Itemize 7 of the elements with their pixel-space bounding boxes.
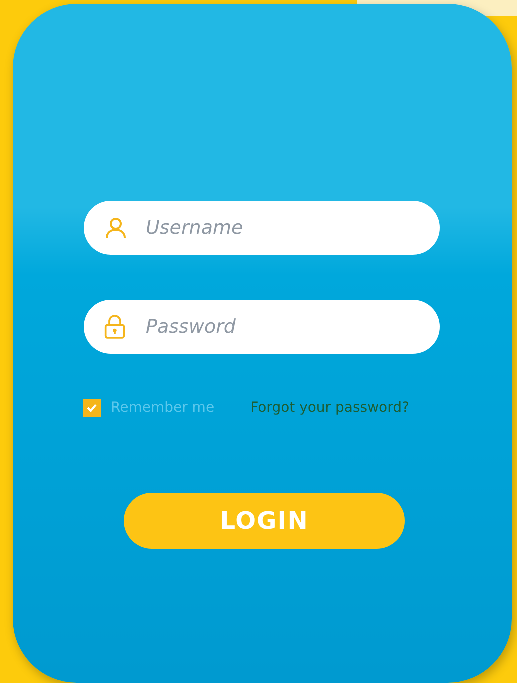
check-icon xyxy=(86,402,98,414)
forgot-password-link[interactable]: Forgot your password? xyxy=(250,400,410,416)
password-field[interactable]: Password xyxy=(84,300,440,354)
username-field[interactable]: Username xyxy=(84,201,440,255)
remember-label: Remember me xyxy=(111,400,215,416)
login-button[interactable]: LOGIN xyxy=(124,493,405,549)
remember-checkbox[interactable] xyxy=(83,399,101,417)
